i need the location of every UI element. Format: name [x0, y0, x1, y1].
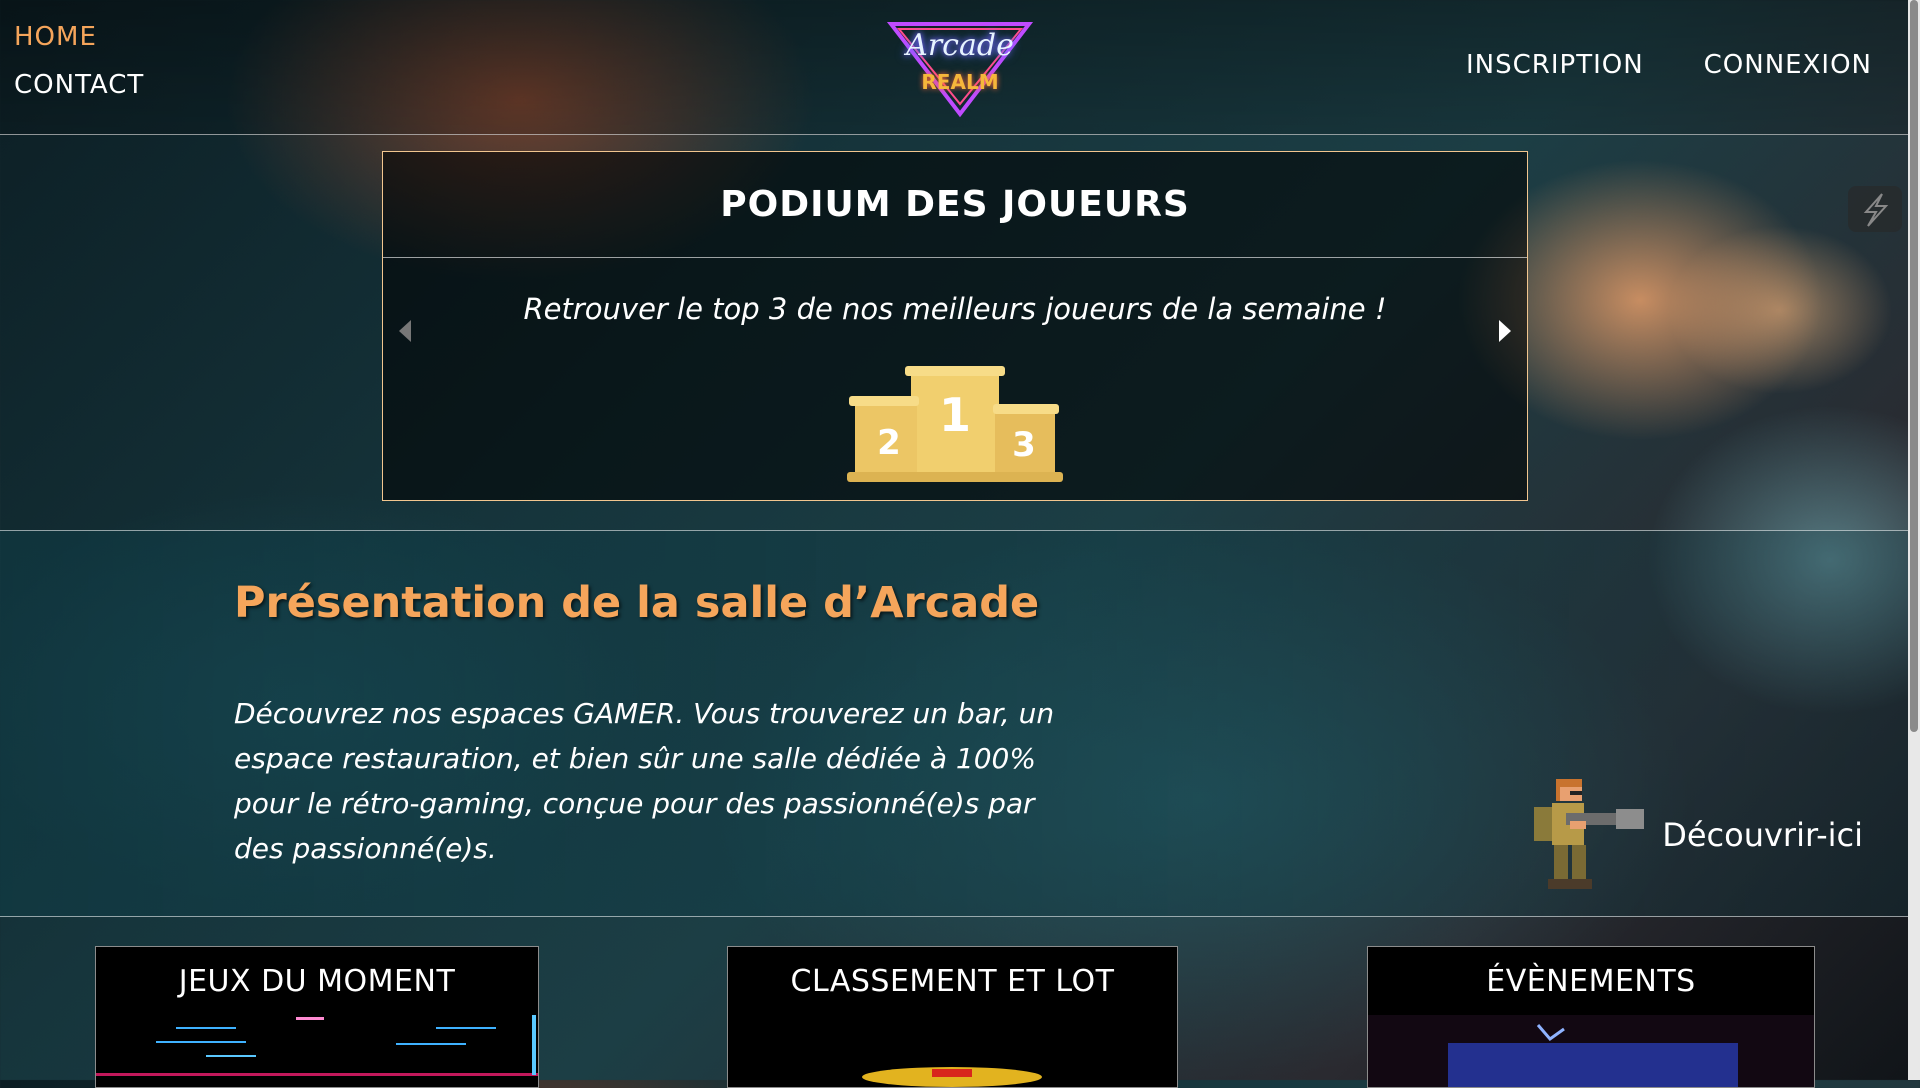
- nav-contact-link[interactable]: CONTACT: [14, 70, 144, 100]
- carousel-next-button[interactable]: [1495, 316, 1515, 346]
- nav-connexion-link[interactable]: CONNEXION: [1704, 50, 1872, 80]
- pixel-soldier-icon: [1534, 779, 1645, 889]
- podium-slide: Retrouver le top 3 de nos meilleurs joue…: [383, 258, 1527, 500]
- carousel-prev-button[interactable]: [395, 316, 415, 346]
- discover-link[interactable]: Découvrir-ici: [1526, 773, 1863, 897]
- nav-right: INSCRIPTION CONNEXION: [1466, 50, 1872, 80]
- vertical-scrollbar[interactable]: [1908, 0, 1920, 1080]
- podium-carousel: PODIUM DES JOUEURS Retrouver le top 3 de…: [382, 151, 1528, 501]
- retro-game-banner-icon: [1448, 1024, 1738, 1087]
- floating-edit-button[interactable]: [1848, 186, 1902, 232]
- logo-brand-text: REALM: [921, 70, 999, 94]
- site-header: HOME CONTACT Arcade REALM INSCRIPTION CO…: [0, 0, 1908, 135]
- scrollbar-thumb[interactable]: [1910, 0, 1918, 732]
- discover-label: Découvrir-ici: [1662, 816, 1863, 854]
- podium-place-2: 2: [877, 423, 901, 463]
- card-jeux-du-moment[interactable]: JEUX DU MOMENT: [95, 946, 539, 1088]
- presentation-text: Découvrez nos espaces GAMER. Vous trouve…: [234, 697, 1055, 865]
- presentation-title: Présentation de la salle d’Arcade: [234, 578, 1040, 628]
- card-evenements[interactable]: ÉVÈNEMENTS: [1367, 946, 1815, 1088]
- trophy-icon: [862, 1067, 1042, 1087]
- lightning-icon: [1863, 193, 1889, 227]
- presentation-section: Présentation de la salle d’Arcade Découv…: [0, 530, 1908, 917]
- podium-icon: 1 2 3: [847, 366, 1063, 482]
- logo-script-text: Arcade: [906, 28, 1014, 63]
- chevron-right-icon: [1499, 320, 1511, 342]
- chevron-left-icon: [399, 320, 411, 342]
- nav-left: HOME CONTACT: [14, 22, 144, 100]
- card-title: CLASSEMENT ET LOT: [790, 963, 1115, 999]
- podium-place-3: 3: [1012, 425, 1036, 465]
- nav-inscription-link[interactable]: INSCRIPTION: [1466, 50, 1644, 80]
- card-title: JEUX DU MOMENT: [178, 963, 456, 999]
- neon-lines-icon: [96, 1015, 538, 1076]
- card-classement-et-lot[interactable]: CLASSEMENT ET LOT: [727, 946, 1178, 1088]
- card-image-trophy: [728, 1015, 1177, 1087]
- podium-title: PODIUM DES JOUEURS: [720, 184, 1190, 225]
- card-image-retro-game: [1368, 1015, 1814, 1087]
- podium-header: PODIUM DES JOUEURS: [383, 152, 1527, 258]
- card-title: ÉVÈNEMENTS: [1486, 963, 1696, 999]
- podium-place-1: 1: [939, 388, 971, 442]
- nav-home-link[interactable]: HOME: [14, 22, 144, 52]
- podium-subtitle: Retrouver le top 3 de nos meilleurs joue…: [523, 292, 1387, 326]
- arcade-realm-logo[interactable]: Arcade REALM: [885, 18, 1035, 118]
- card-image-neon-lines: [96, 1015, 538, 1087]
